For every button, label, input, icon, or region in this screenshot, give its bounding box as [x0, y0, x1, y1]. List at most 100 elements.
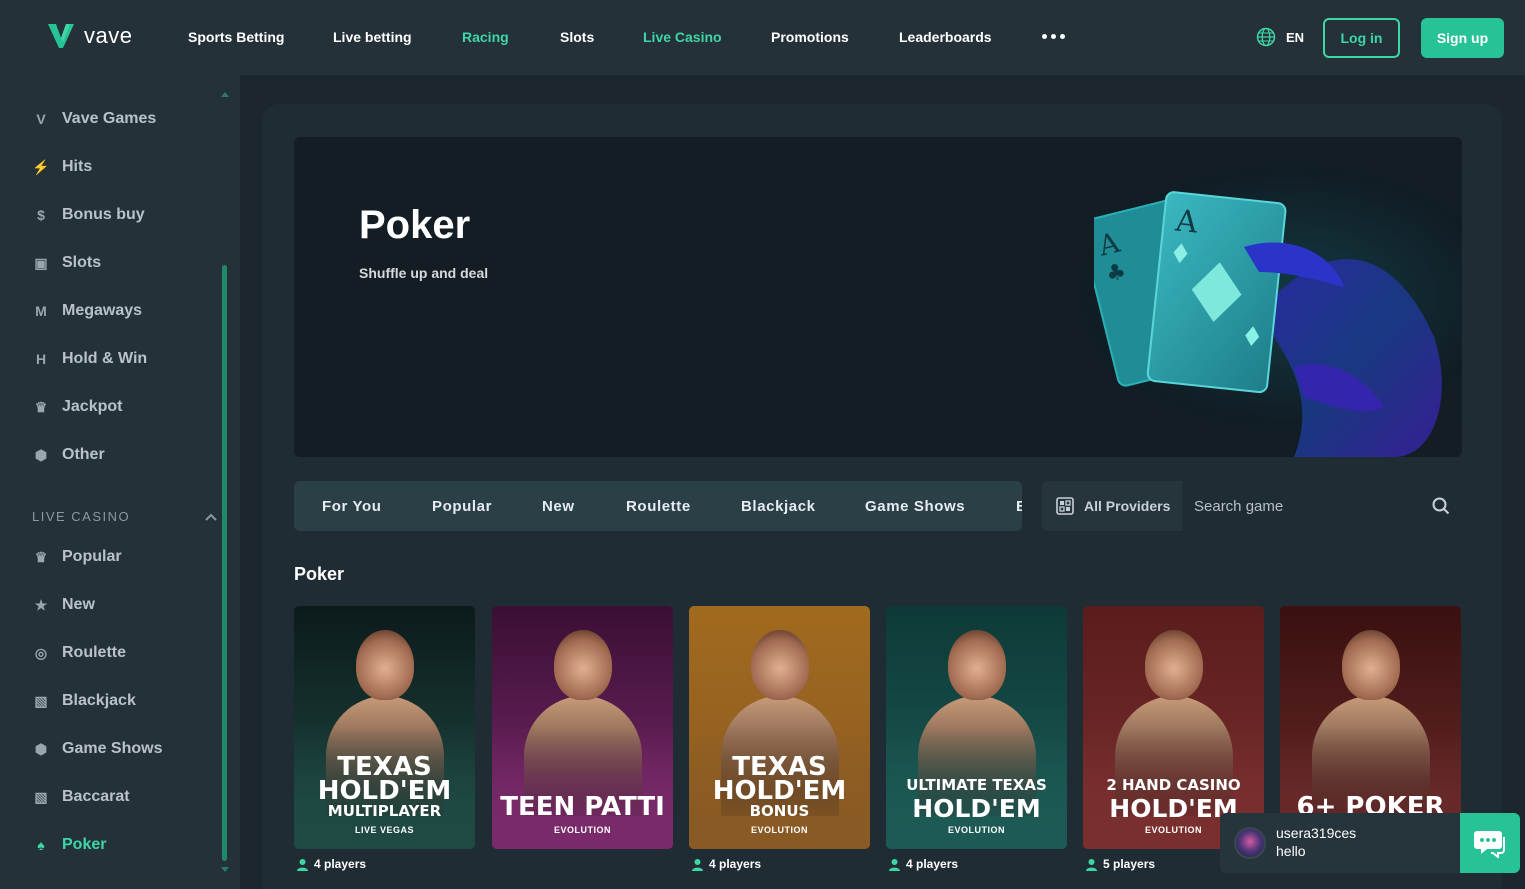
sidebar-scrollbar[interactable]: [222, 265, 227, 861]
sidebar-item-popular[interactable]: ♛ Popular: [32, 548, 122, 566]
sidebar-item-megaways[interactable]: M Megaways: [32, 302, 142, 320]
game-provider: EVOLUTION: [947, 825, 1005, 835]
game-card[interactable]: TEXAS HOLD'EM BONUS EVOLUTION: [689, 606, 870, 849]
chat-bubble-icon: [1474, 831, 1505, 858]
sidebar-item-poker[interactable]: ♠ Poker: [32, 836, 106, 854]
cards-icon: ▧: [34, 692, 48, 709]
sidebar-item-jackpot[interactable]: ♛ Jackpot: [32, 398, 123, 416]
sidebar-item-vave-games[interactable]: V Vave Games: [32, 110, 156, 128]
sidebar: V Vave Games ⚡ Hits $ Bonus buy ▣ Slots M Megaway…: [0, 75, 240, 889]
game-title-line: HOLD'EM: [317, 776, 452, 806]
vave-logo[interactable]: vave: [46, 22, 132, 50]
sidebar-item-label: Other: [62, 446, 105, 463]
dealer-head: [554, 630, 612, 700]
hero-banner: Poker Shuffle up and deal A ♣ A: [294, 137, 1462, 457]
nav-item-slots[interactable]: Slots: [560, 29, 594, 45]
sidebar-item-label: Popular: [62, 548, 122, 565]
tab-roulette[interactable]: Roulette: [626, 498, 691, 515]
sidebar-item-hold-win[interactable]: H Hold & Win: [32, 350, 147, 368]
star-icon: ★: [34, 596, 48, 613]
nav-item-promotions[interactable]: Promotions: [771, 29, 849, 45]
player-count-text: 4 players: [709, 857, 762, 871]
player-count-text: 4 players: [906, 857, 959, 871]
money-bag-icon: $: [37, 207, 45, 223]
search-input[interactable]: [1182, 481, 1422, 531]
login-button[interactable]: Log in: [1323, 18, 1400, 58]
dealer-head: [356, 630, 414, 700]
chat-preview[interactable]: usera319ces hello: [1220, 813, 1460, 873]
chat-avatar: [1234, 827, 1266, 859]
dice-icon: ⬢: [34, 740, 48, 757]
chat-open-button[interactable]: [1460, 813, 1520, 873]
game-card[interactable]: TEXAS HOLD'EM MULTIPLAYER LIVE VEGAS: [294, 606, 475, 849]
nav-item-sports-betting[interactable]: Sports Betting: [188, 29, 284, 45]
nav-item-racing[interactable]: Racing: [462, 29, 509, 45]
sidebar-item-label: Roulette: [62, 644, 126, 661]
game-title-line: HOLD'EM: [912, 794, 1041, 823]
sidebar-item-label: Bonus buy: [62, 206, 145, 223]
nav-item-live-casino[interactable]: Live Casino: [643, 29, 722, 45]
sidebar-item-label: Baccarat: [62, 788, 130, 805]
vave-logo-icon: [48, 24, 74, 48]
signup-button[interactable]: Sign up: [1421, 18, 1504, 58]
tab-popular[interactable]: Popular: [432, 498, 492, 515]
sidebar-item-slots[interactable]: ▣ Slots: [32, 254, 101, 272]
tab-new[interactable]: New: [542, 498, 575, 515]
tab-for-you[interactable]: For You: [322, 498, 381, 515]
sidebar-item-label: Game Shows: [62, 740, 163, 757]
user-icon: [889, 858, 900, 871]
sidebar-item-blackjack[interactable]: ▧ Blackjack: [32, 692, 135, 710]
sidebar-item-other[interactable]: ⬢ Other: [32, 446, 105, 464]
sidebar-item-game-shows[interactable]: ⬢ Game Shows: [32, 740, 163, 758]
user-icon: [1086, 858, 1097, 871]
logo-text: vave: [84, 23, 133, 48]
game-title-line: HOLD'EM: [712, 776, 847, 806]
player-count: 4 players: [296, 857, 366, 871]
more-dots-icon[interactable]: [1042, 34, 1065, 39]
games-section-title: Poker: [294, 564, 345, 584]
sidebar-item-new[interactable]: ★ New: [32, 596, 95, 614]
chat-message: hello: [1276, 843, 1306, 859]
providers-label: All Providers: [1084, 498, 1171, 514]
tab-blackjack[interactable]: Blackjack: [741, 498, 816, 515]
scroll-up-arrow-icon[interactable]: [221, 92, 229, 97]
slot-machine-icon: ▣: [34, 254, 48, 271]
game-title-line: TEEN PATTI: [500, 792, 665, 822]
player-count-text: 5 players: [1103, 857, 1156, 871]
sidebar-item-baccarat[interactable]: ▧ Baccarat: [32, 788, 130, 806]
dealer-head: [751, 630, 809, 700]
game-card[interactable]: TEEN PATTI EVOLUTION: [492, 606, 673, 849]
tab-game-shows[interactable]: Game Shows: [865, 498, 965, 515]
sidebar-item-label: Slots: [62, 254, 102, 271]
search-box: [1182, 481, 1462, 531]
vave-icon: V: [36, 111, 46, 127]
game-title-line: BONUS: [749, 802, 810, 820]
sidebar-item-roulette[interactable]: ◎ Roulette: [32, 644, 126, 662]
game-card[interactable]: ULTIMATE TEXAS HOLD'EM EVOLUTION: [886, 606, 1067, 849]
player-count-text: 4 players: [314, 857, 367, 871]
all-providers-button[interactable]: All Providers: [1042, 481, 1182, 531]
scroll-down-arrow-icon[interactable]: [221, 867, 229, 872]
sidebar-item-label: Hits: [62, 158, 93, 175]
category-tabs: For You Popular New Roulette Blackjack Game S…: [294, 481, 1022, 531]
tab-e[interactable]: E: [1016, 498, 1022, 515]
chevron-up-icon: [205, 513, 217, 521]
nav-item-live-betting[interactable]: Live betting: [333, 29, 412, 45]
cards-icon: ▧: [34, 788, 48, 805]
svg-text:A: A: [1173, 203, 1200, 240]
nav-item-leaderboards[interactable]: Leaderboards: [899, 29, 992, 45]
grid-icon: [1056, 497, 1074, 515]
sidebar-item-hits[interactable]: ⚡ Hits: [32, 158, 92, 176]
dealer-head: [1145, 630, 1203, 700]
language-code: EN: [1286, 29, 1305, 45]
language-selector[interactable]: EN: [1256, 27, 1304, 47]
sidebar-item-label: Poker: [62, 836, 107, 853]
sidebar-item-label: Hold & Win: [62, 350, 148, 367]
sidebar-item-bonus-buy[interactable]: $ Bonus buy: [32, 206, 145, 224]
hero-subtitle: Shuffle up and deal: [359, 265, 489, 281]
live-casino-section-header[interactable]: LIVE CASINO: [32, 509, 218, 524]
roulette-icon: ◎: [34, 644, 48, 661]
sidebar-item-label: Jackpot: [62, 398, 123, 415]
hold-win-icon: H: [35, 351, 47, 367]
search-icon[interactable]: [1432, 497, 1450, 515]
